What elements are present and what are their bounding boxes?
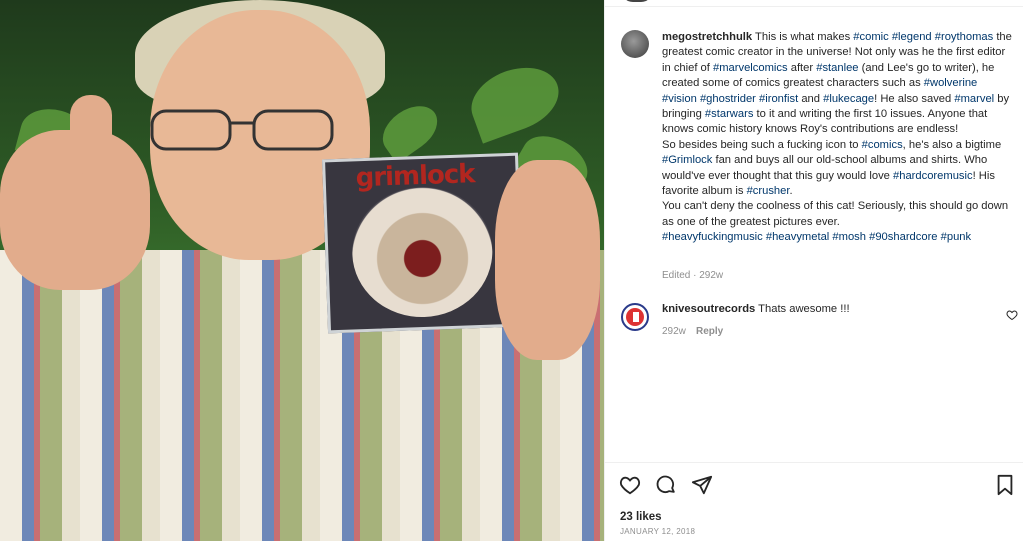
caption-meta: Edited · 292w (662, 270, 724, 281)
album-cd-case: grimlock (322, 152, 524, 334)
logo-icon (626, 308, 644, 326)
comment-username[interactable]: knivesoutrecords (662, 303, 755, 315)
caption-avatar[interactable] (621, 30, 649, 58)
post-caption: megostretchhulk This is what makes #comi… (662, 30, 1012, 246)
hashtag-link[interactable]: #mosh (832, 231, 866, 243)
actions-divider (605, 462, 1023, 463)
hashtag-link[interactable]: #vision (662, 93, 697, 105)
hashtag-link[interactable]: #ghostrider (700, 93, 756, 105)
caption-text-segment: So besides being such a fucking icon to (662, 138, 862, 151)
hashtag-link[interactable]: #legend (892, 31, 932, 43)
comment: knivesoutrecords Thats awesome !!! (662, 303, 850, 315)
hashtag-link[interactable]: #Grimlock (662, 154, 712, 166)
hashtag-link[interactable]: #comics (862, 139, 903, 151)
comment-age: 292w (662, 326, 686, 337)
comment-icon[interactable] (655, 474, 677, 496)
glasses (150, 109, 334, 151)
album-artwork (350, 184, 495, 320)
caption-text-segment: This is what makes (752, 31, 854, 43)
reply-button[interactable]: Reply (696, 326, 723, 337)
hashtag-link[interactable]: #90shardcore (869, 231, 937, 243)
commenter-avatar[interactable] (621, 303, 649, 331)
hashtag-link[interactable]: #lukecage (823, 93, 874, 105)
hashtag-link[interactable]: #ironfist (759, 93, 798, 105)
hashtag-link[interactable]: #hardcoremusic (893, 170, 973, 182)
foliage-leaf (373, 96, 447, 164)
hashtag-link[interactable]: #comic (853, 31, 888, 43)
hashtag-link[interactable]: #crusher (747, 185, 790, 197)
post-photo[interactable]: grimlock (0, 0, 604, 541)
right-hand (495, 160, 600, 360)
likes-count[interactable]: 23 likes (620, 511, 662, 523)
heart-icon[interactable] (619, 474, 641, 496)
caption-text-segment: after (787, 61, 817, 74)
hashtag-link[interactable]: #starwars (705, 108, 754, 120)
hashtag-link[interactable]: #marvelcomics (713, 62, 788, 74)
paper-plane-icon[interactable] (691, 474, 713, 496)
caption-text-segment: and (798, 92, 824, 105)
header-avatar[interactable] (621, 0, 653, 2)
foliage-leaf (462, 56, 568, 144)
caption-text-segment: You can't deny the coolness of this cat!… (662, 200, 1009, 228)
caption-text-segment: ! He also saved (874, 92, 955, 105)
hashtag-link[interactable]: #heavymetal (766, 231, 829, 243)
hashtag-link[interactable]: #stanlee (816, 62, 858, 74)
comment-text: Thats awesome !!! (755, 303, 850, 315)
hashtag-link[interactable]: #punk (941, 231, 971, 243)
action-bar (619, 474, 713, 496)
hashtag-link[interactable]: #wolverine (924, 77, 977, 89)
header-divider (605, 6, 1023, 7)
caption-text-segment: , he's also a bigtime (902, 138, 1002, 151)
bookmark-icon[interactable] (994, 474, 1016, 496)
thumbs-up (70, 95, 112, 175)
hashtag-link[interactable]: #roythomas (935, 31, 993, 43)
hashtag-link[interactable]: #heavyfuckingmusic (662, 231, 763, 243)
post-date: JANUARY 12, 2018 (620, 527, 696, 536)
caption-text-segment: . (789, 185, 793, 198)
comment-like-heart-icon[interactable] (1006, 309, 1018, 321)
hashtag-link[interactable]: #marvel (954, 93, 994, 105)
caption-username[interactable]: megostretchhulk (662, 31, 752, 43)
post-side-panel: megostretchhulk This is what makes #comi… (604, 0, 1023, 541)
